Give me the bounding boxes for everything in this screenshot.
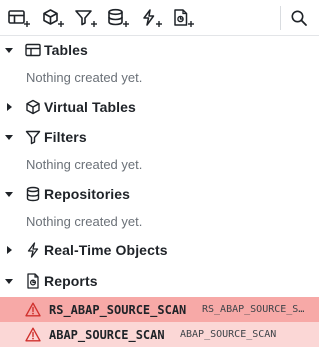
repositories-empty-text: Nothing created yet. — [26, 214, 143, 229]
section-label: Virtual Tables — [44, 99, 136, 115]
section-reports[interactable]: Reports — [0, 267, 319, 295]
section-label: Repositories — [44, 186, 130, 202]
database-icon — [25, 186, 41, 202]
search-icon — [291, 10, 307, 26]
add-table-button[interactable] — [6, 6, 32, 30]
tables-empty-text: Nothing created yet. — [26, 70, 143, 85]
add-filter-button[interactable] — [73, 6, 99, 30]
warning-icon — [25, 302, 41, 318]
section-label: Reports — [44, 273, 98, 289]
section-repositories[interactable]: Repositories — [0, 180, 319, 208]
filters-empty-text: Nothing created yet. — [26, 157, 143, 172]
warning-icon — [25, 327, 41, 343]
section-label: Tables — [44, 42, 88, 58]
report-name: ABAP_SOURCE_SCAN — [49, 327, 165, 342]
report-row[interactable]: ABAP_SOURCE_SCAN ABAP_SOURCE_SCAN — [0, 322, 319, 347]
caret-right-icon[interactable] — [4, 102, 14, 112]
add-virtual-table-button[interactable] — [40, 6, 66, 30]
report-icon — [25, 273, 41, 289]
section-label: Real-Time Objects — [44, 242, 168, 258]
report-plus-icon — [174, 9, 194, 27]
section-filters[interactable]: Filters — [0, 123, 319, 151]
report-subtitle: RS_ABAP_SOURCE_S… — [202, 304, 305, 315]
toolbar — [0, 0, 319, 36]
filter-plus-icon — [75, 10, 97, 27]
report-name: RS_ABAP_SOURCE_SCAN — [49, 302, 187, 317]
add-repository-button[interactable] — [105, 6, 131, 30]
report-row[interactable]: RS_ABAP_SOURCE_SCAN RS_ABAP_SOURCE_S… — [0, 297, 319, 322]
add-realtime-object-button[interactable] — [138, 6, 164, 30]
caret-down-icon[interactable] — [4, 132, 14, 142]
table-icon — [25, 42, 41, 58]
report-subtitle: ABAP_SOURCE_SCAN — [180, 329, 277, 340]
database-plus-icon — [108, 8, 129, 27]
section-tables[interactable]: Tables — [0, 36, 319, 64]
filter-icon — [25, 129, 41, 145]
section-virtual-tables[interactable]: Virtual Tables — [0, 93, 319, 121]
caret-right-icon[interactable] — [4, 245, 14, 255]
cube-icon — [25, 99, 41, 115]
bolt-plus-icon — [143, 9, 162, 27]
section-realtime-objects[interactable]: Real-Time Objects — [0, 236, 319, 264]
bolt-icon — [25, 242, 41, 258]
caret-down-icon[interactable] — [4, 189, 14, 199]
search-button[interactable] — [286, 6, 312, 30]
add-report-button[interactable] — [170, 6, 196, 30]
toolbar-divider — [280, 6, 281, 30]
caret-down-icon[interactable] — [4, 45, 14, 55]
section-label: Filters — [44, 129, 87, 145]
caret-down-icon[interactable] — [4, 276, 14, 286]
cube-plus-icon — [43, 9, 64, 27]
table-plus-icon — [8, 10, 30, 27]
